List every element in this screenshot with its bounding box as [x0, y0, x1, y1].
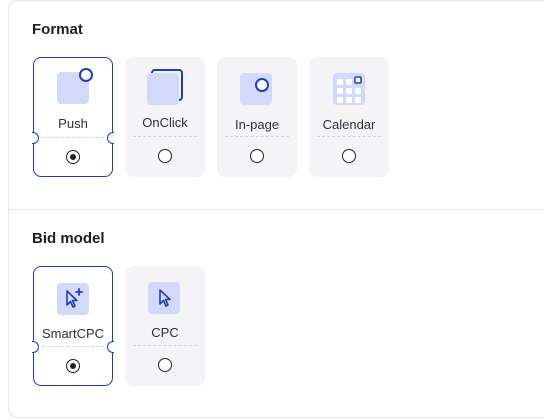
bid-option-cpc[interactable]: CPC: [125, 266, 205, 386]
bid-model-section: Bid model SmartCPC CPC: [9, 209, 544, 420]
bid-option-smartcpc[interactable]: SmartCPC: [32, 266, 114, 386]
format-radio-in-page[interactable]: [250, 149, 264, 163]
format-option-in-page[interactable]: In-page: [217, 57, 297, 177]
bid-radio-cpc[interactable]: [158, 358, 172, 372]
cursor-plus-icon: [57, 283, 89, 315]
format-section: Format Push OnClick In-page Calendar: [9, 1, 544, 209]
format-option-label: Push: [58, 116, 88, 131]
bid-option-label: SmartCPC: [41, 326, 105, 341]
bid-option-label: CPC: [151, 325, 179, 340]
format-option-onclick[interactable]: OnClick: [125, 57, 205, 177]
format-option-push[interactable]: Push: [32, 57, 114, 177]
format-radio-calendar[interactable]: [342, 149, 356, 163]
format-title: Format: [32, 21, 83, 38]
format-option-calendar[interactable]: Calendar: [309, 57, 389, 177]
push-icon: [57, 68, 93, 104]
onclick-icon: [147, 69, 183, 105]
format-radio-onclick[interactable]: [158, 149, 172, 163]
settings-panel: Format Push OnClick In-page Calendar Bid…: [8, 0, 544, 418]
bid-radio-smartcpc[interactable]: [66, 359, 80, 373]
format-option-label: OnClick: [142, 115, 188, 130]
calendar-icon: [333, 73, 365, 105]
cursor-icon: [148, 282, 180, 314]
format-option-label: In-page: [234, 117, 280, 132]
in-page-icon: [240, 73, 272, 105]
format-option-label: Calendar: [322, 117, 376, 132]
format-radio-push[interactable]: [66, 150, 80, 164]
bid-model-title: Bid model: [32, 230, 105, 247]
